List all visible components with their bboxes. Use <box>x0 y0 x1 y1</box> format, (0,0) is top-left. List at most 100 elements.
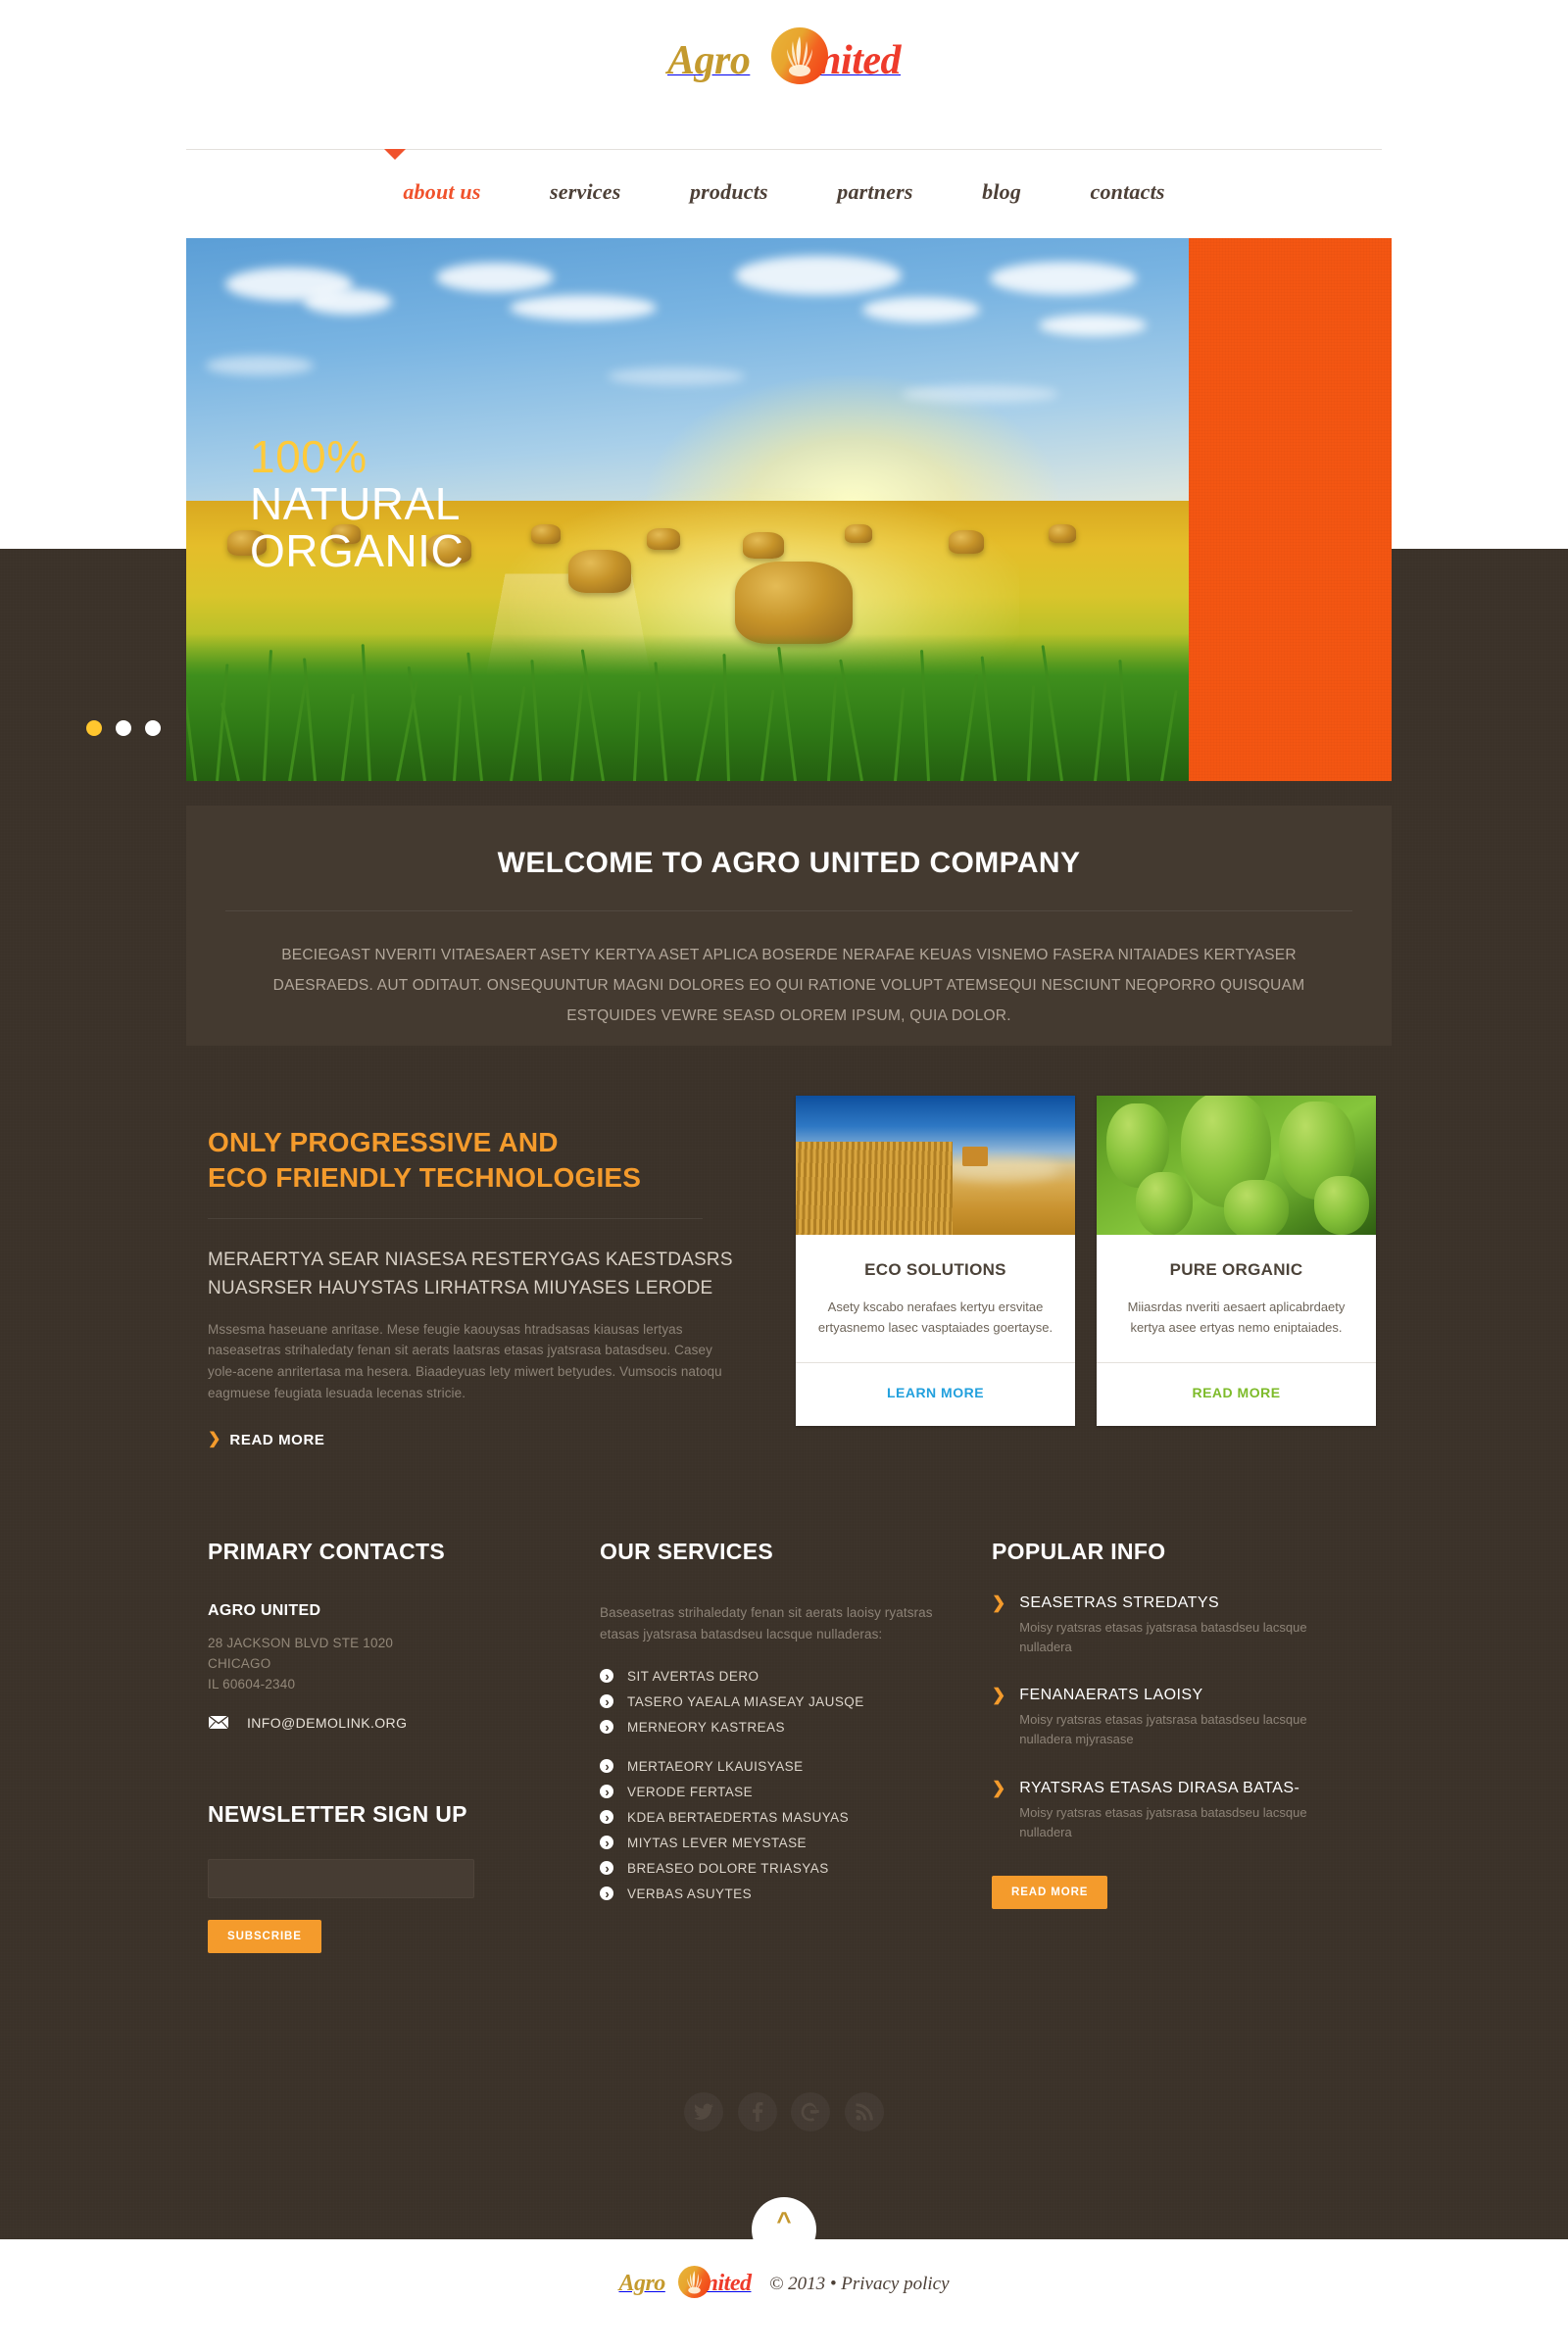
list-item[interactable]: TASERO YAEALA MIASEAY JAUSQE <box>600 1694 933 1709</box>
welcome-body: BECIEGAST NVERITI VITAESAERT ASETY KERTY… <box>272 947 1305 1024</box>
list-item[interactable]: ❯ SEASETRAS STREDATYS Moisy ryatsras eta… <box>992 1593 1325 1657</box>
envelope-icon <box>208 1715 229 1731</box>
address-line-3: IL 60604-2340 <box>208 1676 296 1691</box>
popular-item-desc: Moisy ryatsras etasas jyatsrasa batasdse… <box>1019 1712 1307 1747</box>
popular-info-title: POPULAR INFO <box>992 1539 1166 1564</box>
main-navigation: about us services products partners blog… <box>0 179 1568 205</box>
service-link[interactable]: VERODE FERTASE <box>627 1785 753 1799</box>
hero-slider-pager[interactable] <box>86 720 174 741</box>
page-root: Agro United about us services products p… <box>0 0 1568 2352</box>
welcome-title: WELCOME TO AGRO UNITED COMPANY <box>497 847 1081 879</box>
nav-item-services[interactable]: services <box>550 179 620 205</box>
intro-read-more-label: READ MORE <box>229 1431 325 1448</box>
list-item[interactable]: SIT AVERTAS DERO <box>600 1669 933 1684</box>
list-item[interactable]: ❯ FENANAERATS LAOISY Moisy ryatsras etas… <box>992 1686 1325 1749</box>
service-link[interactable]: MERTAEORY LKAUISYASE <box>627 1759 804 1774</box>
hero-slider[interactable]: 100% NATURAL ORGANIC <box>186 238 1392 781</box>
service-link[interactable]: KDEA BERTAEDERTAS MASUYAS <box>627 1810 849 1825</box>
nav-item-about-us[interactable]: about us <box>403 179 480 205</box>
wheat-flame-seal-icon <box>678 2266 711 2298</box>
services-intro: Baseasetras strihaledaty fenan sit aerat… <box>600 1605 933 1642</box>
list-item[interactable]: ❯ RYATSRAS ETASAS DIRASA BATAS- Moisy ry… <box>992 1779 1325 1842</box>
nav-item-partners[interactable]: partners <box>837 179 912 205</box>
privacy-policy-link[interactable]: Privacy policy <box>841 2274 949 2294</box>
nav-item-products[interactable]: products <box>690 179 768 205</box>
nav-item-blog[interactable]: blog <box>982 179 1021 205</box>
footer-logo-text-agro: Agro <box>618 2271 665 2296</box>
bullet-chevron-icon <box>600 1694 613 1709</box>
card-footer: READ MORE <box>1097 1361 1376 1426</box>
card-image-wheat-harvester <box>796 1096 1075 1235</box>
newsletter-subscribe-button[interactable]: SUBSCRIBE <box>208 1919 321 1953</box>
service-link[interactable]: MIYTAS LEVER MEYSTASE <box>627 1836 807 1850</box>
chevron-right-icon: ❯ <box>992 1593 1006 1612</box>
intro-heading: ONLY PROGRESSIVE AND ECO FRIENDLY TECHNO… <box>208 1125 742 1197</box>
newsletter-title: NEWSLETTER SIGN UP <box>208 1800 467 1827</box>
rss-icon[interactable] <box>844 2092 884 2132</box>
popular-item-desc: Moisy ryatsras etasas jyatsrasa batasdse… <box>1019 1620 1307 1655</box>
service-link[interactable]: VERBAS ASUYTES <box>627 1886 752 1901</box>
bullet-chevron-icon <box>600 1785 613 1799</box>
service-link[interactable]: BREASEO DOLORE TRIASYAS <box>627 1861 829 1876</box>
newsletter-email-input[interactable] <box>208 1858 474 1898</box>
list-item[interactable]: BREASEO DOLORE TRIASYAS <box>600 1861 933 1876</box>
service-link[interactable]: MERNEORY KASTREAS <box>627 1720 785 1735</box>
copyright-text: © 2013 • <box>768 2273 837 2294</box>
footer-contacts-column: PRIMARY CONTACTS AGRO UNITED 28 JACKSON … <box>208 1539 521 1953</box>
popular-info-list: ❯ SEASETRAS STREDATYS Moisy ryatsras eta… <box>992 1593 1325 1842</box>
welcome-divider <box>225 910 1352 911</box>
hero-caption-percent: 100% <box>250 431 368 482</box>
hero-pager-dot-1[interactable] <box>86 720 102 736</box>
list-item[interactable]: MERNEORY KASTREAS <box>600 1720 933 1735</box>
card-title: PURE ORGANIC <box>1169 1260 1303 1279</box>
list-item[interactable]: VERBAS ASUYTES <box>600 1886 933 1901</box>
list-item[interactable]: VERODE FERTASE <box>600 1785 933 1799</box>
wheat-flame-seal-icon <box>770 27 828 84</box>
intro-subheading: MERAERTYA SEAR NIASESA RESTERYGAS KAESTD… <box>208 1249 733 1298</box>
services-list-group-2: MERTAEORY LKAUISYASE VERODE FERTASE KDEA… <box>600 1759 933 1901</box>
address-line-1: 28 JACKSON BLVD STE 1020 <box>208 1636 394 1650</box>
card-read-more-link[interactable]: READ MORE <box>1192 1385 1280 1400</box>
list-item[interactable]: MIYTAS LEVER MEYSTASE <box>600 1836 933 1850</box>
card-title: ECO SOLUTIONS <box>864 1260 1006 1279</box>
header-logo-wrap: Agro United <box>0 27 1568 84</box>
hero-caption-organic: ORGANIC <box>250 524 465 576</box>
nav-item-contacts[interactable]: contacts <box>1091 179 1165 205</box>
services-list-group-1: SIT AVERTAS DERO TASERO YAEALA MIASEAY J… <box>600 1669 933 1735</box>
list-item[interactable]: MERTAEORY LKAUISYASE <box>600 1759 933 1774</box>
card-text: Miiasrdas nveriti aesaert aplicabrdaety … <box>1127 1299 1346 1335</box>
hero-grass <box>186 634 1189 781</box>
bullet-chevron-icon <box>600 1759 613 1774</box>
scroll-to-top-button[interactable]: ^ <box>752 2197 816 2262</box>
facebook-icon[interactable] <box>737 2092 777 2132</box>
site-logo[interactable]: Agro United <box>667 27 902 84</box>
popular-read-more-button[interactable]: READ MORE <box>992 1875 1108 1909</box>
hero-pager-dot-2[interactable] <box>116 720 131 736</box>
card-pure-organic[interactable]: PURE ORGANIC Miiasrdas nveriti aesaert a… <box>1097 1096 1376 1426</box>
active-nav-pointer-icon <box>384 149 406 160</box>
card-footer: LEARN MORE <box>796 1361 1075 1426</box>
twitter-icon[interactable] <box>684 2092 724 2132</box>
service-link[interactable]: TASERO YAEALA MIASEAY JAUSQE <box>627 1694 864 1709</box>
intro-read-more-link[interactable]: ❯ READ MORE <box>208 1432 324 1448</box>
footer-logo[interactable]: Agro United <box>618 2266 752 2298</box>
popular-item-title: SEASETRAS STREDATYS <box>1019 1594 1220 1611</box>
google-icon[interactable] <box>791 2092 831 2132</box>
service-link[interactable]: SIT AVERTAS DERO <box>627 1669 760 1684</box>
contacts-email-link[interactable]: INFO@DEMOLINK.ORG <box>247 1715 407 1731</box>
card-learn-more-link[interactable]: LEARN MORE <box>887 1385 984 1400</box>
footer-popular-column: POPULAR INFO ❯ SEASETRAS STREDATYS Moisy… <box>992 1539 1325 1909</box>
our-services-title: OUR SERVICES <box>600 1539 773 1564</box>
chevron-up-icon: ^ <box>776 2206 792 2235</box>
card-eco-solutions[interactable]: ECO SOLUTIONS Asety kscabo nerafaes kert… <box>796 1096 1075 1426</box>
hero-pager-dot-3[interactable] <box>145 720 161 736</box>
intro-heading-line1: ONLY PROGRESSIVE AND <box>208 1127 559 1157</box>
welcome-panel: WELCOME TO AGRO UNITED COMPANY BECIEGAST… <box>186 806 1392 1046</box>
social-links <box>0 2092 1568 2132</box>
address-line-2: CHICAGO <box>208 1655 271 1671</box>
chevron-right-icon: ❯ <box>208 1431 221 1448</box>
bullet-chevron-icon <box>600 1810 613 1825</box>
list-item[interactable]: KDEA BERTAEDERTAS MASUYAS <box>600 1810 933 1825</box>
card-image-green-hops <box>1097 1096 1376 1235</box>
chevron-right-icon: ❯ <box>992 1686 1006 1705</box>
